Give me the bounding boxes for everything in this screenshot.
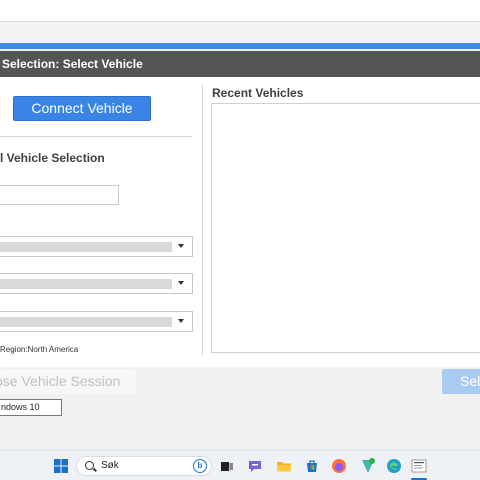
section-divider <box>0 136 192 137</box>
region-label: Region:North America <box>0 345 79 354</box>
vehicle-dropdown-3[interactable] <box>0 311 193 332</box>
edge-icon[interactable] <box>386 458 402 474</box>
select-button[interactable]: Sel <box>442 369 480 394</box>
dropdown-value-placeholder <box>0 279 172 289</box>
panel-divider <box>202 85 203 355</box>
browser-top-area <box>0 0 480 22</box>
chevron-down-icon <box>178 244 184 248</box>
tooltip: ndows 10 <box>0 399 62 416</box>
select-vehicle-dialog: Connect Vehicle l Vehicle Selection Regi… <box>0 77 480 367</box>
app-window-icon[interactable] <box>411 458 427 474</box>
bing-icon: b <box>193 459 207 473</box>
microsoft-store-icon[interactable] <box>304 458 320 474</box>
chevron-down-icon <box>178 319 184 323</box>
search-icon <box>85 461 94 470</box>
dialog-footer: ose Vehicle Session Sel <box>0 367 480 400</box>
vin-input[interactable] <box>0 185 119 205</box>
recent-vehicles-title: Recent Vehicles <box>212 86 304 100</box>
windows-start-icon[interactable] <box>53 458 69 474</box>
dialog-title: e Selection: Select Vehicle <box>0 51 480 77</box>
manual-selection-title: l Vehicle Selection <box>0 151 105 165</box>
close-session-label: ose Vehicle Session <box>0 373 121 389</box>
task-view-icon[interactable] <box>219 458 235 474</box>
recent-vehicles-list[interactable] <box>211 103 480 353</box>
taskbar: Søk b <box>0 450 480 480</box>
vpn-shield-icon[interactable] <box>360 458 376 474</box>
browser-secondary-area <box>0 22 480 43</box>
close-vehicle-session-button[interactable]: ose Vehicle Session <box>0 369 136 394</box>
firefox-icon[interactable] <box>331 458 347 474</box>
teams-chat-icon[interactable] <box>247 458 263 474</box>
dropdown-value-placeholder <box>0 242 172 252</box>
dropdown-value-placeholder <box>0 317 172 327</box>
vehicle-dropdown-1[interactable] <box>0 236 193 257</box>
taskbar-search[interactable]: Søk b <box>76 456 212 476</box>
app-accent-bar <box>0 43 480 49</box>
vehicle-dropdown-2[interactable] <box>0 273 193 294</box>
connect-vehicle-button[interactable]: Connect Vehicle <box>13 96 151 121</box>
search-label: Søk <box>101 460 119 471</box>
file-explorer-icon[interactable] <box>276 458 292 474</box>
chevron-down-icon <box>178 281 184 285</box>
